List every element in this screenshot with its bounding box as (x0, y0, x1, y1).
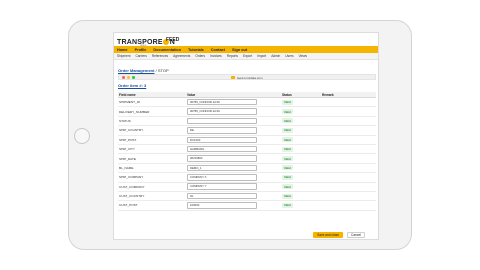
subnav-carriers[interactable]: Carriers (135, 54, 146, 58)
status-badge: Valid (282, 174, 293, 180)
remark-cell (321, 135, 376, 145)
value-input[interactable]: NL (187, 192, 257, 200)
value-input[interactable]: 20210803 (187, 155, 257, 162)
status-badge: Valid (282, 184, 293, 190)
value-input[interactable]: COMPANY X (187, 174, 257, 181)
nav-tutorials[interactable]: Tutorials (188, 48, 204, 52)
subnav-shipment[interactable]: Shipment (117, 54, 130, 58)
value-input[interactable]: DE (187, 127, 257, 134)
value-input[interactable]: HAMBURG (187, 145, 257, 153)
cancel-button[interactable]: Cancel (347, 232, 365, 238)
remark-cell (321, 97, 376, 108)
app-name: FEED (166, 37, 180, 43)
subnav-views[interactable]: Views (299, 54, 307, 58)
status-badge: Valid (282, 99, 293, 105)
nav-contact[interactable]: Contact (211, 48, 225, 52)
nav-profile[interactable]: Profile (135, 48, 147, 52)
table-row: DELIVERY_NUMBER 00789_CONNOR-12/19 Valid (118, 106, 376, 117)
field-name: BL_NAME (118, 163, 186, 174)
save-and-close-button[interactable]: Save and close (313, 232, 343, 238)
window-bar: feed.com/data.com (118, 74, 376, 80)
primary-nav: Home Profile Documentation Tutorials Con… (114, 46, 378, 53)
table-row: SHIP_DATE 20210803 Valid (118, 153, 376, 164)
field-name: CUST_POST (118, 200, 186, 211)
field-name: SHIP_COMPANY (118, 172, 186, 183)
breadcrumb-separator: / (155, 68, 157, 73)
field-name: SHIP_CITY (118, 144, 186, 155)
lock-icon (231, 76, 235, 79)
close-dot-icon[interactable] (122, 76, 125, 80)
field-name: SHIP_POST (118, 135, 186, 145)
remark-cell (321, 182, 376, 192)
subnav-users[interactable]: Users (285, 54, 293, 58)
status-badge: Valid (282, 202, 293, 208)
value-input[interactable]: 00789_CONNOR-12/19 (187, 98, 257, 106)
minimize-dot-icon[interactable] (127, 76, 130, 80)
remark-cell (321, 153, 376, 164)
subnav-invoices[interactable]: Invoices (210, 54, 222, 58)
remark-cell (321, 106, 376, 117)
table-row: SHIP_COMPANY COMPANY X Valid (118, 172, 376, 183)
subnav-orders[interactable]: Orders (195, 54, 205, 58)
field-name: SHIP_DATE (118, 153, 186, 164)
field-name: CUST_COUNTRY (118, 191, 186, 202)
value-input[interactable]: 00789_CONNOR-12/19 (187, 108, 257, 115)
table-row: CUST_COUNTRY NL Valid (118, 191, 376, 202)
status-badge: Valid (282, 109, 293, 115)
nav-sign-out[interactable]: Sign out (232, 48, 247, 52)
tablet-home-button[interactable] (74, 128, 90, 144)
nav-home[interactable]: Home (117, 48, 128, 52)
remark-cell (321, 172, 376, 183)
value-input[interactable]: DEMO_1 (187, 164, 257, 172)
remark-cell (321, 125, 376, 136)
field-name: SHIP_COUNTRY (118, 125, 186, 136)
remark-cell (321, 163, 376, 174)
remark-cell (321, 191, 376, 202)
subnav-reports[interactable]: Reports (227, 54, 238, 58)
status-badge: Valid (282, 193, 293, 199)
value-input[interactable]: COMPANY Y (187, 183, 257, 190)
remark-cell (321, 116, 376, 127)
breadcrumb-current: STOP (157, 68, 169, 73)
table-row: CUST_POST 100000 Valid (118, 200, 376, 211)
secondary-nav: Shipment Carriers References Agreements … (114, 53, 378, 60)
breadcrumb: Order Management / STOP (118, 68, 169, 73)
table-row: SHIP_CITY HAMBURG Valid (118, 144, 376, 155)
remark-cell (321, 200, 376, 211)
table-row: CUST_COMPANY COMPANY Y Valid (118, 182, 376, 192)
breadcrumb-order-management[interactable]: Order Management (118, 68, 154, 73)
table-row: SHIP_COUNTRY DE Valid (118, 125, 376, 136)
table-row: STATUS Valid (118, 116, 376, 127)
maximize-dot-icon[interactable] (132, 76, 135, 80)
status-badge: Valid (282, 165, 293, 171)
field-name: STATUS (118, 116, 186, 127)
window-title: feed.com/data.com (231, 76, 263, 80)
status-badge: Valid (282, 127, 293, 133)
order-fields-table: Field name Value Status Remark SHIPMENT_… (118, 92, 376, 211)
subnav-import[interactable]: Import (257, 54, 266, 58)
subnav-admin[interactable]: Admin (271, 54, 280, 58)
value-input[interactable] (187, 117, 257, 125)
order-item-title: Order item #: 3 (118, 83, 147, 88)
status-badge: Valid (282, 118, 293, 124)
nav-documentation[interactable]: Documentation (153, 48, 181, 52)
table-row: SHIP_POST DC1000 Valid (118, 135, 376, 145)
table-row: SHIPMENT_ID 00789_CONNOR-12/19 Valid (118, 97, 376, 108)
subnav-agreements[interactable]: Agreements (173, 54, 190, 58)
status-badge: Valid (282, 137, 293, 143)
field-name: DELIVERY_NUMBER (118, 106, 186, 117)
status-badge: Valid (282, 146, 293, 152)
value-input[interactable]: 100000 (187, 202, 257, 209)
value-input[interactable]: DC1000 (187, 136, 257, 143)
remark-cell (321, 144, 376, 155)
window-title-text: feed.com/data.com (237, 75, 263, 80)
subnav-references[interactable]: References (152, 54, 168, 58)
subnav-export[interactable]: Export (243, 54, 252, 58)
field-name: SHIPMENT_ID (118, 97, 186, 108)
table-row: BL_NAME DEMO_1 Valid (118, 163, 376, 174)
app-screen: TRANSPORE N group FEED Home Profile Docu… (113, 32, 379, 240)
status-badge: Valid (282, 156, 293, 162)
field-name: CUST_COMPANY (118, 182, 186, 192)
